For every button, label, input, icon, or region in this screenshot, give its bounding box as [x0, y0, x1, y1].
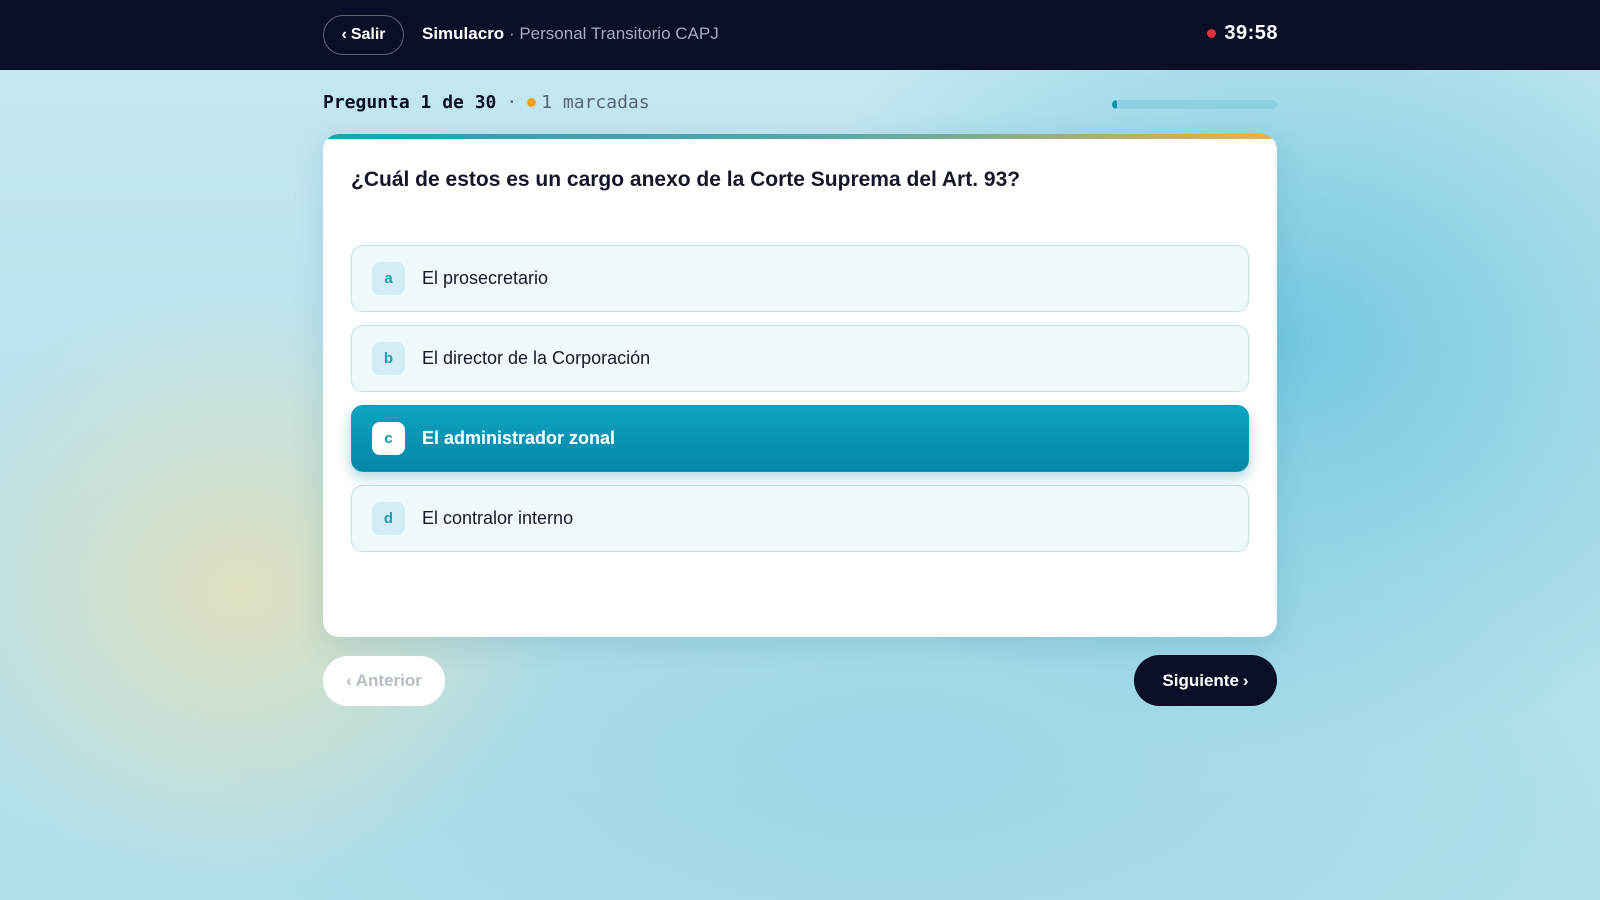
chevron-left-icon: ‹: [346, 671, 352, 690]
option-d[interactable]: d El contralor interno: [351, 485, 1249, 552]
question-counter: Pregunta 1 de 30: [323, 92, 497, 113]
marked-count: 1 marcadas: [541, 92, 650, 113]
answer-options: a El prosecretario b El director de la C…: [351, 245, 1249, 565]
option-text: El administrador zonal: [422, 428, 616, 448]
previous-button[interactable]: ‹ Anterior: [323, 656, 445, 706]
exit-label: Salir: [350, 26, 386, 43]
option-c[interactable]: c El administrador zonal: [351, 405, 1249, 472]
question-status: Pregunta 1 de 30 · 1 marcadas: [323, 92, 650, 113]
option-letter: d: [372, 502, 405, 535]
question-card: ¿Cuál de estos es un cargo anexo de la C…: [323, 134, 1277, 637]
next-button[interactable]: Siguiente ›: [1134, 655, 1277, 706]
card-accent-stripe: [323, 134, 1277, 139]
status-separator: ·: [506, 92, 518, 113]
exit-button[interactable]: ‹ Salir: [323, 15, 404, 55]
timer-value: 39:58: [1224, 22, 1278, 44]
previous-label: Anterior: [355, 671, 422, 690]
progress-bar: [1112, 100, 1277, 109]
timer: 39:58: [1207, 22, 1278, 45]
option-text: El director de la Corporación: [422, 348, 651, 368]
chevron-left-icon: ‹: [341, 26, 347, 43]
recording-dot-icon: [1207, 29, 1217, 38]
option-a[interactable]: a El prosecretario: [351, 245, 1249, 312]
question-text: ¿Cuál de estos es un cargo anexo de la C…: [351, 168, 1021, 191]
option-letter: b: [372, 342, 405, 375]
chevron-right-icon: ›: [1242, 670, 1249, 690]
option-letter: c: [372, 422, 405, 455]
top-bar: ‹ Salir Simulacro · Personal Transitorio…: [0, 0, 1600, 70]
exam-subtitle: Personal Transitorio CAPJ: [519, 24, 719, 43]
option-text: El contralor interno: [422, 508, 574, 528]
breadcrumb-separator: ·: [508, 24, 515, 43]
option-letter: a: [372, 262, 405, 295]
option-text: El prosecretario: [422, 268, 549, 288]
marked-dot-icon: [527, 98, 537, 107]
app-title: Simulacro: [422, 24, 505, 43]
option-b[interactable]: b El director de la Corporación: [351, 325, 1249, 392]
progress-bar-fill: [1112, 100, 1118, 109]
next-label: Siguiente: [1162, 670, 1239, 690]
breadcrumb: Simulacro · Personal Transitorio CAPJ: [422, 24, 719, 44]
